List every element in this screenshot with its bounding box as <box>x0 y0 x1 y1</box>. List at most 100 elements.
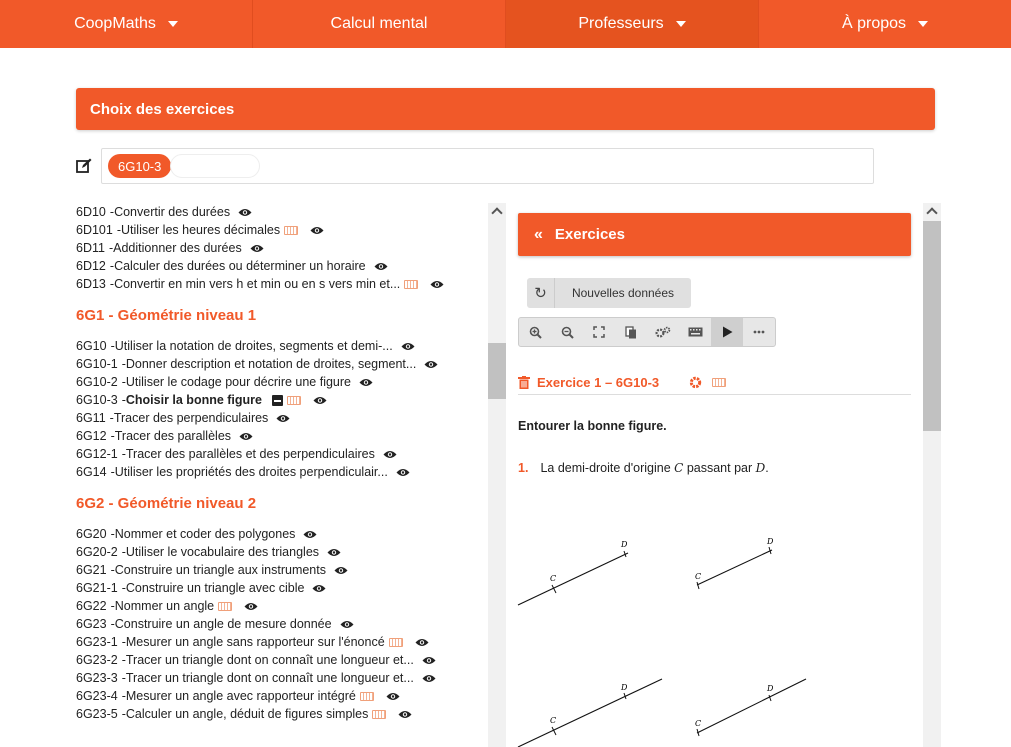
settings-icon[interactable] <box>647 318 679 346</box>
section-title-6g1[interactable]: 6G1 - Géométrie niveau 1 <box>76 293 486 337</box>
list-item[interactable]: 6G21-1- Construire un triangle avec cibl… <box>76 579 486 597</box>
eye-icon[interactable] <box>239 432 253 441</box>
figure-option-2[interactable]: C D <box>689 533 819 613</box>
group-6g2: 6G20- Nommer et coder des polygones 6G20-… <box>76 525 486 723</box>
list-item[interactable]: 6G21- Construire un triangle aux instrum… <box>76 561 486 579</box>
keyboard-icon <box>388 637 403 647</box>
question-text-a: La demi-droite d'origine <box>540 461 675 475</box>
eye-icon[interactable] <box>340 620 354 629</box>
keyboard-icon <box>218 601 233 611</box>
list-item[interactable]: 6G23-1- Mesurer un angle sans rapporteur… <box>76 633 486 651</box>
exercise-code: 6D12 <box>76 259 106 273</box>
list-item[interactable]: 6D12- Calculer des durées ou déterminer … <box>76 257 486 275</box>
fullscreen-icon[interactable] <box>583 318 615 346</box>
left-scrollbar-thumb[interactable] <box>488 343 506 399</box>
list-item[interactable]: 6G10-3- Choisir la bonne figure <box>76 391 486 409</box>
list-item[interactable]: 6G23-3- Tracer un triangle dont on conna… <box>76 669 486 687</box>
scroll-up-icon[interactable] <box>488 203 506 219</box>
list-item[interactable]: 6G23-2- Tracer un triangle dont on conna… <box>76 651 486 669</box>
exercise-label: Convertir des durées <box>114 205 231 219</box>
list-item[interactable]: 6G12- Tracer des parallèles <box>76 427 486 445</box>
remove-icon[interactable] <box>272 394 283 406</box>
eye-icon[interactable] <box>374 262 388 271</box>
eye-icon[interactable] <box>422 656 436 665</box>
point-c-label: C <box>550 716 556 725</box>
eye-icon[interactable] <box>383 450 397 459</box>
new-data-button[interactable]: ↻ Nouvelles données <box>527 278 691 308</box>
list-item[interactable]: 6G22- Nommer un angle <box>76 597 486 615</box>
figure-option-4[interactable]: C D <box>689 677 819 747</box>
play-icon[interactable] <box>711 318 743 346</box>
exercise-label: Mesurer un angle sans rapporteur sur l'é… <box>125 635 385 649</box>
eye-icon[interactable] <box>334 566 348 575</box>
keyboard-icon[interactable] <box>712 378 727 387</box>
zoom-in-icon[interactable] <box>519 318 551 346</box>
eye-icon[interactable] <box>313 396 327 405</box>
eye-icon[interactable] <box>422 674 436 683</box>
nav-professeurs[interactable]: Professeurs <box>506 0 759 48</box>
list-item[interactable]: 6G12-1- Tracer des parallèles et des per… <box>76 445 486 463</box>
eye-icon[interactable] <box>327 548 341 557</box>
eye-icon[interactable] <box>396 468 410 477</box>
list-item[interactable]: 6D11- Additionner des durées <box>76 239 486 257</box>
eye-icon[interactable] <box>386 692 400 701</box>
section-title-6g2[interactable]: 6G2 - Géométrie niveau 2 <box>76 481 486 525</box>
figure-option-3[interactable]: C D <box>516 677 666 747</box>
eye-icon[interactable] <box>276 414 290 423</box>
group-6d1: 6D10- Convertir des durées 6D101- Utilise… <box>76 203 486 293</box>
exercise-code: 6G21-1 <box>76 581 118 595</box>
copy-icon[interactable] <box>615 318 647 346</box>
eye-icon[interactable] <box>303 530 317 539</box>
selected-exercise-tag[interactable]: 6G10-3 <box>108 154 172 178</box>
list-item[interactable]: 6G23- Construire un angle de mesure donn… <box>76 615 486 633</box>
nav-coopmaths[interactable]: CoopMaths <box>0 0 253 48</box>
gear-icon[interactable] <box>689 376 702 389</box>
right-scrollbar[interactable] <box>923 203 941 747</box>
eye-icon[interactable] <box>310 226 324 235</box>
eye-icon[interactable] <box>359 378 373 387</box>
keyboard-icon[interactable] <box>679 318 711 346</box>
eye-icon[interactable] <box>244 602 258 611</box>
eye-icon[interactable] <box>415 638 429 647</box>
exercices-header[interactable]: « Exercices <box>518 213 911 256</box>
exercise-code: 6G10 <box>76 339 107 353</box>
nav-calcul-mental[interactable]: Calcul mental <box>253 0 506 48</box>
edit-icon[interactable] <box>76 158 92 174</box>
list-item[interactable]: 6G23-5- Calculer un angle, déduit de fig… <box>76 705 486 723</box>
eye-icon[interactable] <box>238 208 252 217</box>
zoom-out-icon[interactable] <box>551 318 583 346</box>
list-item[interactable]: 6G10- Utiliser la notation de droites, s… <box>76 337 486 355</box>
list-item[interactable]: 6G14- Utiliser les propriétés des droite… <box>76 463 486 481</box>
eye-icon[interactable] <box>398 710 412 719</box>
eye-icon[interactable] <box>312 584 326 593</box>
scroll-up-icon[interactable] <box>923 203 941 219</box>
exercise-tags-input[interactable]: 6G10-3 <box>101 148 874 184</box>
list-item[interactable]: 6G11- Tracer des perpendiculaires <box>76 409 486 427</box>
left-scrollbar[interactable] <box>488 203 506 747</box>
new-data-label: Nouvelles données <box>571 286 675 300</box>
keyboard-icon <box>284 225 299 235</box>
right-scrollbar-thumb[interactable] <box>923 221 941 431</box>
more-options-icon[interactable] <box>743 318 775 346</box>
list-item[interactable]: 6D101- Utiliser les heures décimales <box>76 221 486 239</box>
list-item[interactable]: 6G10-1- Donner description et notation d… <box>76 355 486 373</box>
eye-icon[interactable] <box>424 360 438 369</box>
list-item[interactable]: 6G10-2- Utiliser le codage pour décrire … <box>76 373 486 391</box>
trash-icon[interactable] <box>518 376 530 389</box>
exercise-code: 6G10-3 <box>76 393 118 407</box>
list-item[interactable]: 6D13- Convertir en min vers h et min ou … <box>76 275 486 293</box>
list-item[interactable]: 6D10- Convertir des durées <box>76 203 486 221</box>
eye-icon[interactable] <box>401 342 415 351</box>
eye-icon[interactable] <box>430 280 444 289</box>
list-item[interactable]: 6G23-4- Mesurer un angle avec rapporteur… <box>76 687 486 705</box>
list-item[interactable]: 6G20-2- Utiliser le vocabulaire des tria… <box>76 543 486 561</box>
eye-icon[interactable] <box>250 244 264 253</box>
list-item[interactable]: 6G20- Nommer et coder des polygones <box>76 525 486 543</box>
figure-option-1[interactable]: C D <box>516 533 646 613</box>
exercise-label: Mesurer un angle avec rapporteur intégré <box>125 689 356 703</box>
exercise-toolbar <box>518 317 776 347</box>
exercise-code: 6G10-1 <box>76 357 118 371</box>
nav-a-propos[interactable]: À propos <box>759 0 1011 48</box>
double-chevron-left-icon[interactable]: « <box>534 226 543 244</box>
tag-text-input[interactable] <box>170 154 260 178</box>
